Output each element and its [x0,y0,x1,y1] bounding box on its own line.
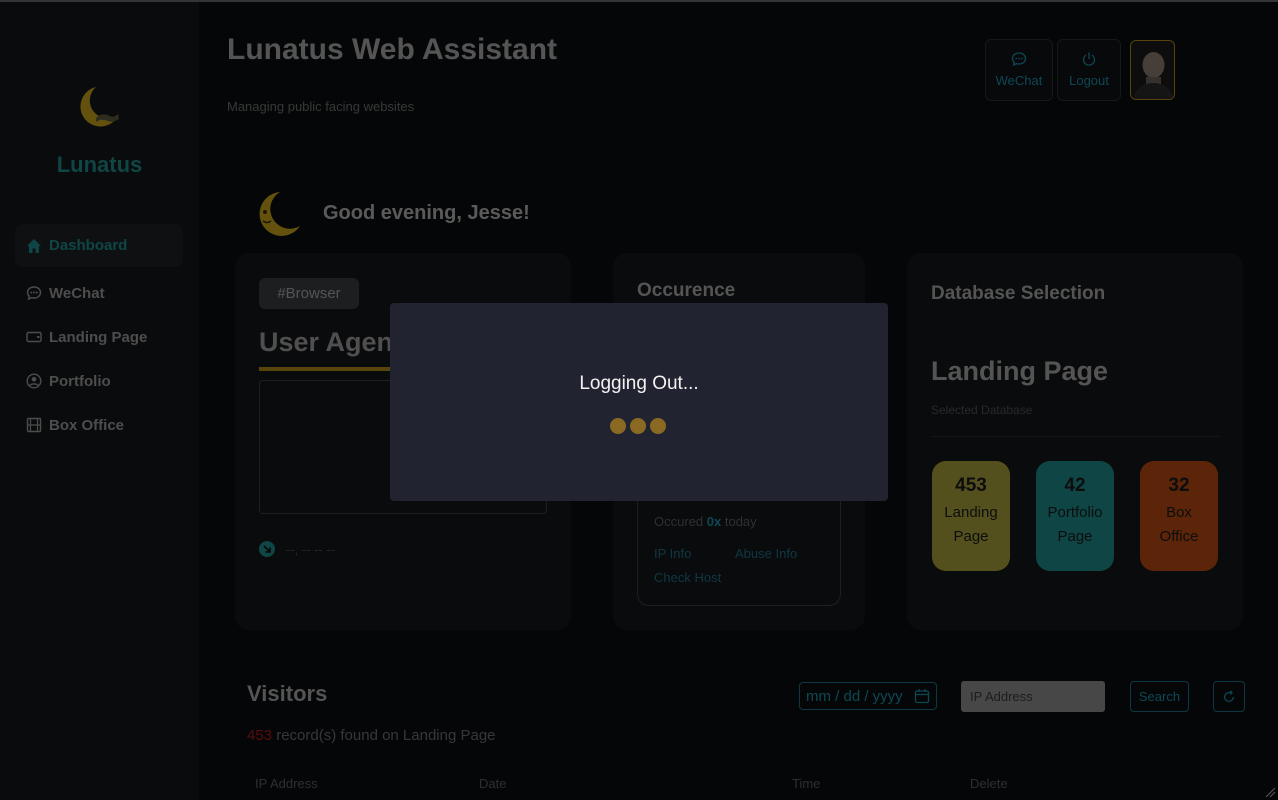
modal-message: Logging Out... [579,373,699,394]
loading-dots-icon [610,418,666,434]
logout-modal: Logging Out... [390,303,888,501]
resize-grip-icon[interactable] [1264,786,1276,798]
loading-dot [630,418,646,434]
loading-dot [610,418,626,434]
loading-dot [650,418,666,434]
